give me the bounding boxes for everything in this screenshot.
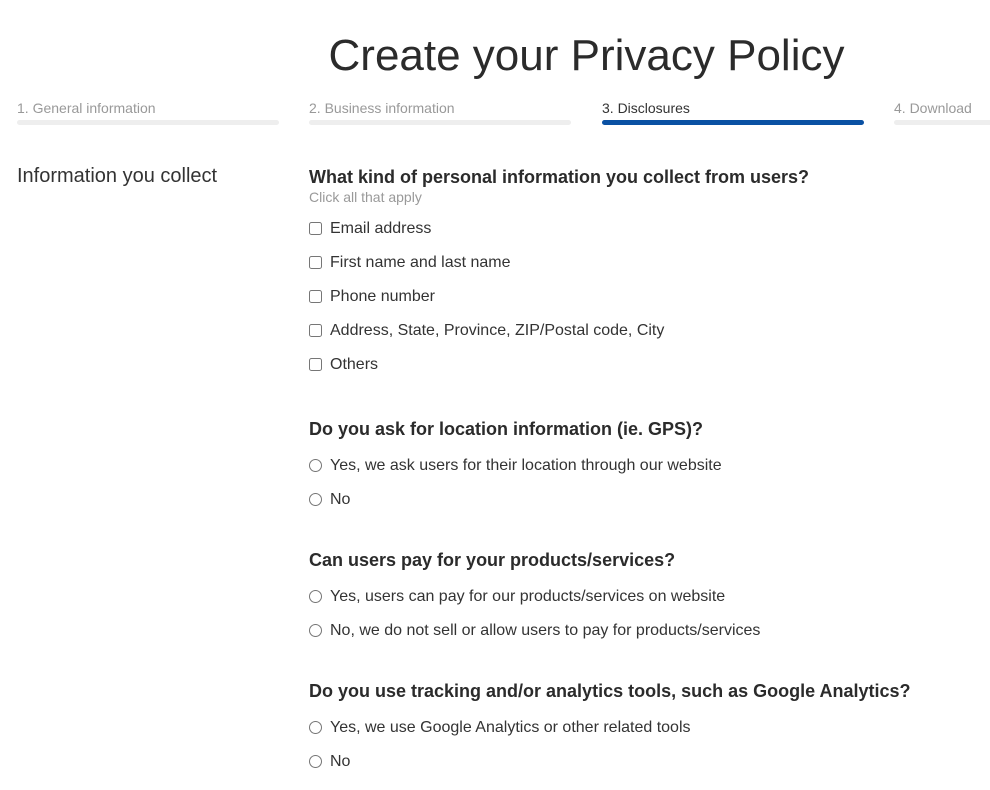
step-progress-bar bbox=[309, 120, 571, 125]
step-label: 4. Download bbox=[894, 100, 972, 116]
checkbox-address[interactable] bbox=[309, 323, 322, 337]
option-label[interactable]: No bbox=[330, 491, 350, 509]
section-label: Information you collect bbox=[17, 165, 218, 187]
radio-payments-yes[interactable] bbox=[309, 589, 322, 603]
question-location: Do you ask for location information (ie.… bbox=[309, 418, 989, 517]
checkbox-group: Email address First name and last name P… bbox=[309, 212, 989, 382]
option-others[interactable]: Others bbox=[309, 348, 989, 382]
radio-group-analytics: Yes, we use Google Analytics or other re… bbox=[309, 711, 989, 779]
option-label[interactable]: Yes, users can pay for our products/serv… bbox=[330, 588, 725, 606]
option-label[interactable]: No bbox=[330, 753, 350, 771]
option-label[interactable]: First name and last name bbox=[330, 254, 511, 272]
option-label[interactable]: Others bbox=[330, 356, 378, 374]
option-label[interactable]: Yes, we ask users for their location thr… bbox=[330, 457, 722, 475]
step-general-information[interactable]: 1. General information bbox=[17, 100, 279, 125]
radio-location-yes[interactable] bbox=[309, 458, 322, 472]
question-personal-info: What kind of personal information you co… bbox=[309, 166, 989, 382]
radio-analytics-no[interactable] bbox=[309, 754, 322, 768]
step-label: 2. Business information bbox=[309, 100, 455, 116]
radio-group-payments: Yes, users can pay for our products/serv… bbox=[309, 580, 989, 648]
checkbox-email-address[interactable] bbox=[309, 221, 322, 235]
question-payments: Can users pay for your products/services… bbox=[309, 549, 989, 648]
page-title: Create your Privacy Policy bbox=[328, 31, 845, 80]
step-disclosures[interactable]: 3. Disclosures bbox=[602, 100, 864, 125]
question-title: Can users pay for your products/services… bbox=[309, 550, 676, 570]
option-label[interactable]: Phone number bbox=[330, 288, 435, 306]
radio-group-location: Yes, we ask users for their location thr… bbox=[309, 449, 989, 517]
question-analytics: Do you use tracking and/or analytics too… bbox=[309, 680, 989, 779]
option-full-name[interactable]: First name and last name bbox=[309, 246, 989, 280]
radio-analytics-yes[interactable] bbox=[309, 720, 322, 734]
option-phone-number[interactable]: Phone number bbox=[309, 280, 989, 314]
radio-payments-no[interactable] bbox=[309, 623, 322, 637]
step-business-information[interactable]: 2. Business information bbox=[309, 100, 571, 125]
question-title: Do you use tracking and/or analytics too… bbox=[309, 681, 911, 701]
option-label[interactable]: No, we do not sell or allow users to pay… bbox=[330, 622, 760, 640]
step-progress-bar bbox=[894, 120, 990, 125]
option-email-address[interactable]: Email address bbox=[309, 212, 989, 246]
option-payments-no[interactable]: No, we do not sell or allow users to pay… bbox=[309, 614, 989, 648]
question-title: What kind of personal information you co… bbox=[309, 167, 810, 187]
step-label: 1. General information bbox=[17, 100, 156, 116]
option-location-yes[interactable]: Yes, we ask users for their location thr… bbox=[309, 449, 989, 483]
option-analytics-yes[interactable]: Yes, we use Google Analytics or other re… bbox=[309, 711, 989, 745]
option-label[interactable]: Email address bbox=[330, 220, 431, 238]
step-progress-bar-active bbox=[602, 120, 864, 125]
step-download[interactable]: 4. Download bbox=[894, 100, 990, 125]
step-progress-bar bbox=[17, 120, 279, 125]
option-analytics-no[interactable]: No bbox=[309, 745, 989, 779]
option-label[interactable]: Address, State, Province, ZIP/Postal cod… bbox=[330, 322, 664, 340]
option-address[interactable]: Address, State, Province, ZIP/Postal cod… bbox=[309, 314, 989, 348]
step-label: 3. Disclosures bbox=[602, 100, 690, 116]
option-location-no[interactable]: No bbox=[309, 483, 989, 517]
checkbox-phone-number[interactable] bbox=[309, 289, 322, 303]
question-hint: Click all that apply bbox=[309, 189, 422, 205]
radio-location-no[interactable] bbox=[309, 492, 322, 506]
checkbox-others[interactable] bbox=[309, 357, 322, 371]
option-payments-yes[interactable]: Yes, users can pay for our products/serv… bbox=[309, 580, 989, 614]
option-label[interactable]: Yes, we use Google Analytics or other re… bbox=[330, 719, 691, 737]
question-title: Do you ask for location information (ie.… bbox=[309, 419, 704, 439]
checkbox-full-name[interactable] bbox=[309, 255, 322, 269]
